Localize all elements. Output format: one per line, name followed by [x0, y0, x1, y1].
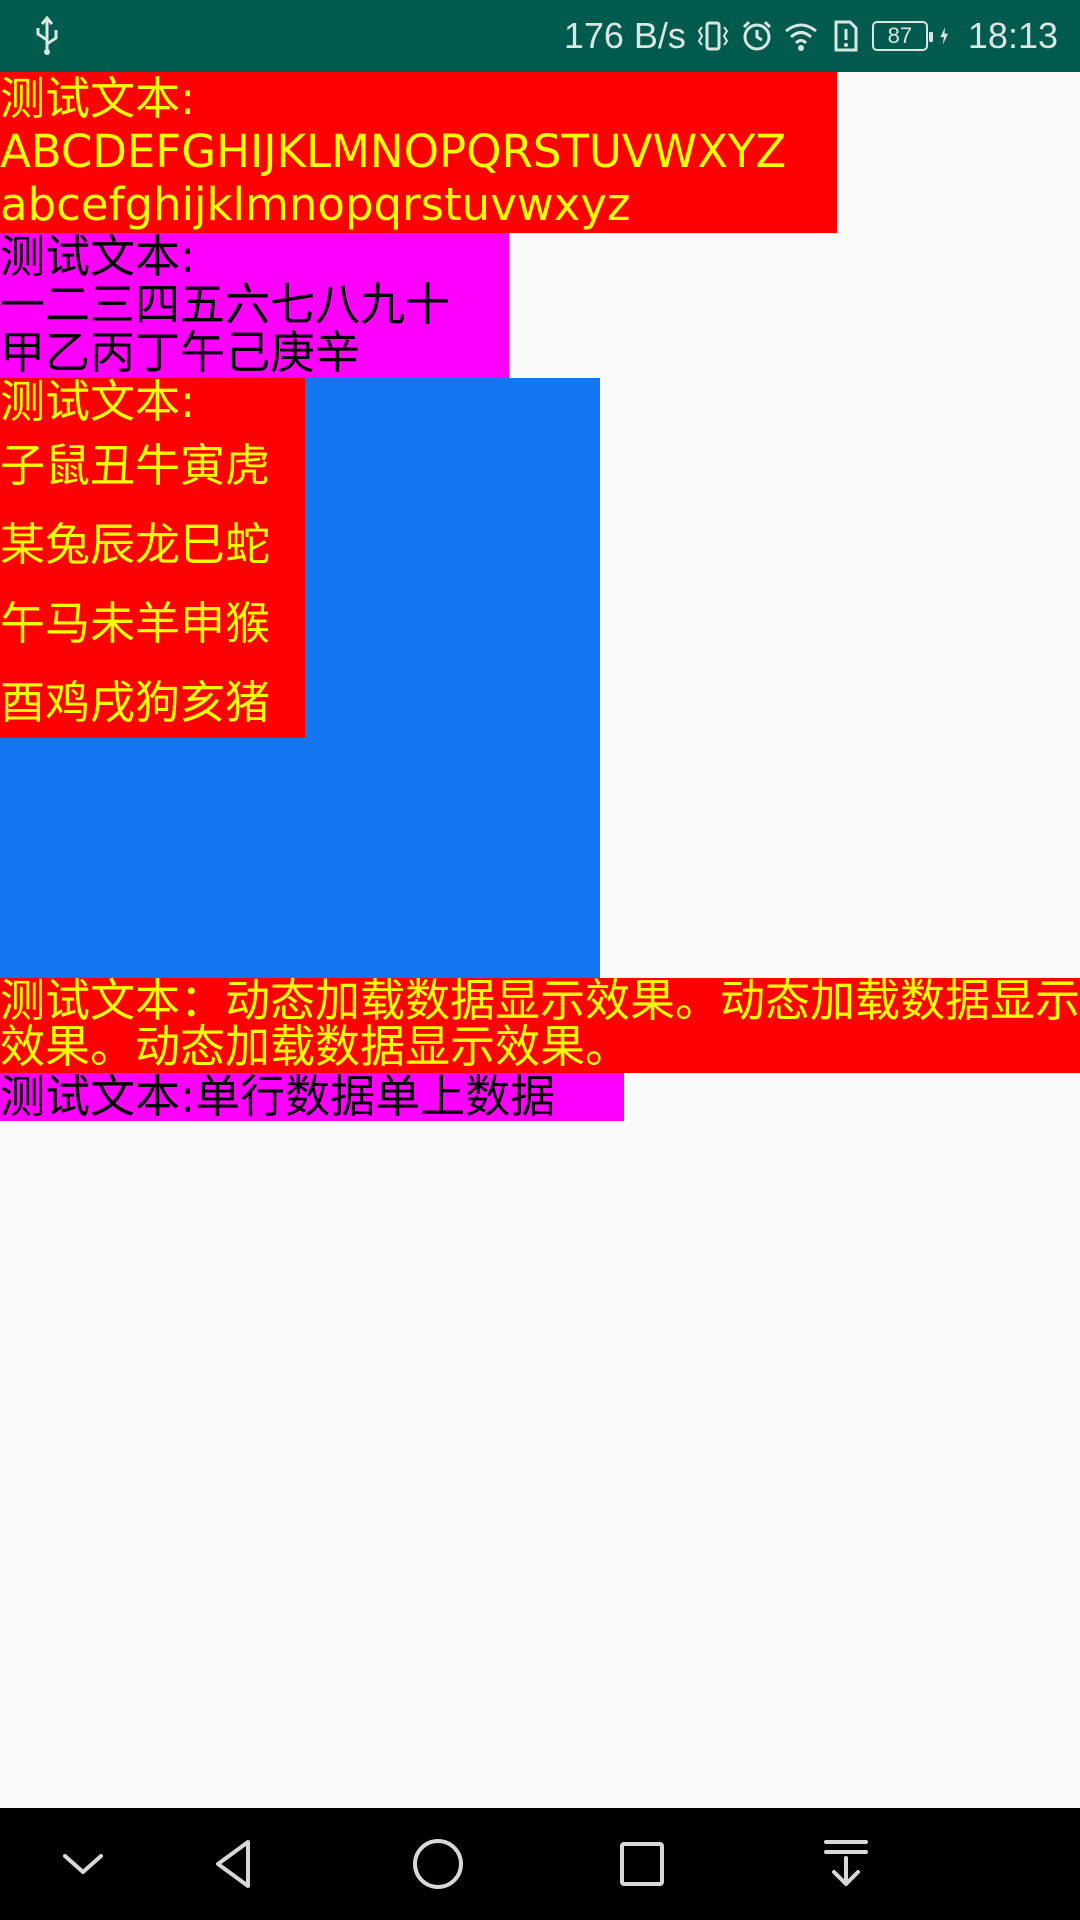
text-line: 甲乙丙丁午己庚辛 [0, 326, 361, 379]
battery-icon: 87 [871, 21, 933, 51]
status-bar: 176 B/s 87 18:13 [0, 0, 1080, 72]
text-line: abcefghijklmnopqrstuvwxyz [0, 178, 631, 231]
alarm-icon [742, 20, 771, 51]
notification-pulldown-icon[interactable] [816, 1834, 876, 1894]
network-speed: 176 B/s [563, 15, 686, 56]
recents-square-icon[interactable] [612, 1834, 672, 1894]
text-block-zodiac: 测试文本: 子鼠丑牛寅虎 某兔辰龙巳蛇 午马未羊申猴 酉鸡戌狗亥猪 [0, 378, 305, 738]
text-line: ABCDEFGHIJKLMNOPQRSTUVWXYZ [0, 125, 787, 178]
chevron-down-icon[interactable] [53, 1834, 113, 1894]
back-triangle-icon[interactable] [204, 1834, 264, 1894]
wifi-icon [784, 23, 817, 51]
text-block-numerals: 测试文本: 一二三四五六七八九十 甲乙丙丁午己庚辛 [0, 233, 509, 378]
charging-icon [940, 27, 948, 45]
usb-icon [36, 16, 58, 55]
clock: 18:13 [967, 15, 1058, 56]
battery-level: 87 [887, 23, 913, 48]
text-line: 午马未羊申猴 [0, 597, 271, 650]
text-line: 测试文本:单行数据单上数据 [0, 1070, 556, 1123]
text-line: 测试文本：动态加载数据显示效果。动态加载数据显示效果。动态加载数据显示效果。 [0, 974, 1080, 1073]
text-line: 测试文本: [0, 230, 196, 283]
text-block-latin: 测试文本: ABCDEFGHIJKLMNOPQRSTUVWXYZ abcefgh… [0, 72, 837, 233]
text-block-single-line: 测试文本:单行数据单上数据 [0, 1073, 624, 1121]
home-circle-icon[interactable] [408, 1834, 468, 1894]
text-line: 测试文本: [0, 375, 196, 428]
text-line: 某兔辰龙巳蛇 [0, 518, 271, 571]
text-line: 一二三四五六七八九十 [0, 278, 451, 331]
vibrate-icon [697, 21, 729, 51]
navigation-bar [0, 1808, 1080, 1920]
text-block-dynamic: 测试文本：动态加载数据显示效果。动态加载数据显示效果。动态加载数据显示效果。 [0, 978, 1080, 1073]
text-line: 子鼠丑牛寅虎 [0, 439, 271, 492]
text-line: 测试文本: [0, 72, 196, 125]
text-line: 酉鸡戌狗亥猪 [0, 676, 271, 729]
alert-icon [834, 20, 858, 52]
